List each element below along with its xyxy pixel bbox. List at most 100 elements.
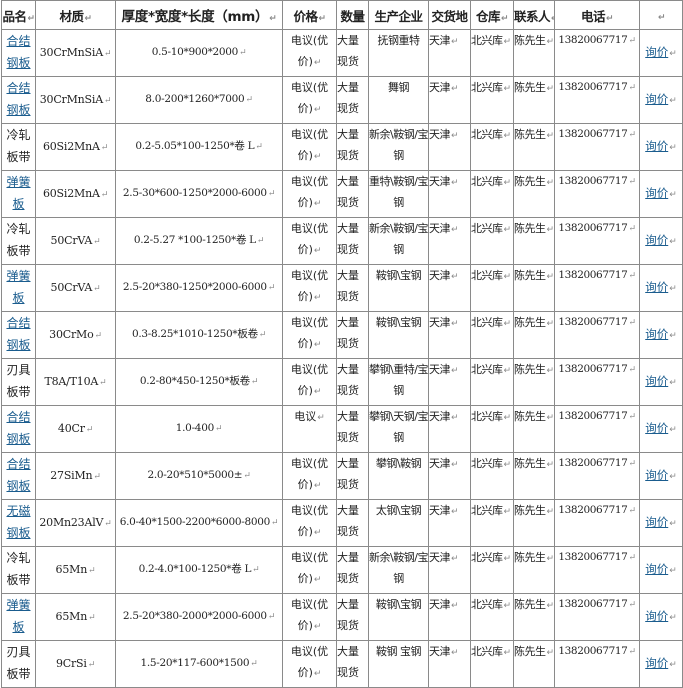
delivery-place-cell-text: 天津 — [429, 363, 451, 376]
cell-mark: ↵ — [669, 518, 677, 529]
product-name-cell: 弹簧板 — [1, 593, 36, 641]
warehouse-cell-text: 北兴库 — [471, 222, 503, 235]
product-name-cell-link[interactable]: 合结钢板 — [6, 316, 30, 352]
contact-cell: 陈先生↵ — [513, 76, 555, 124]
cell-mark: ↵ — [103, 48, 112, 59]
material-cell-text: 60Si2MnA — [42, 186, 100, 200]
cell-mark: ↵ — [313, 622, 322, 632]
header-name: 品名↵ — [1, 0, 36, 30]
inquiry-cell-link[interactable]: 询价 — [645, 327, 668, 341]
contact-cell: 陈先生↵ — [513, 358, 555, 406]
warehouse-cell-text: 北兴库 — [471, 598, 503, 611]
cell-mark: ↵ — [255, 142, 263, 152]
price-cell-text: 电议(优价) — [290, 34, 329, 68]
warehouse-cell-text: 北兴库 — [471, 504, 503, 517]
delivery-place-cell: 天津↵ — [428, 499, 471, 547]
delivery-place-cell: 天津↵ — [428, 76, 471, 124]
product-name-cell-link[interactable]: 合结钢板 — [6, 457, 30, 493]
delivery-place-cell: 天津↵ — [428, 170, 471, 218]
warehouse-cell: 北兴库↵ — [470, 405, 514, 453]
quantity-cell: 大量现货 — [336, 170, 369, 218]
cell-mark: ↵ — [313, 528, 322, 538]
product-name-cell-link[interactable]: 弹簧板 — [6, 269, 30, 305]
header-contact-label: 联系人 — [514, 8, 551, 24]
product-name-cell-link[interactable]: 弹簧板 — [6, 175, 30, 211]
price-cell: 电议(优价)↵ — [282, 170, 337, 218]
phone-cell-text: 13820067717 — [558, 175, 628, 187]
cell-mark: ↵ — [451, 272, 459, 282]
inquiry-cell-link[interactable]: 询价 — [645, 609, 668, 623]
product-name-cell-link[interactable]: 合结钢板 — [6, 81, 30, 117]
delivery-place-cell-text: 天津 — [429, 316, 451, 329]
table-row: 弹簧板 60Si2MnA↵ 2.5-30*600-1250*2000-6000↵ 电议… — [1, 170, 683, 218]
phone-cell-text: 13820067717 — [558, 81, 628, 93]
warehouse-cell: 北兴库↵ — [470, 452, 514, 500]
inquiry-cell-link[interactable]: 询价 — [645, 186, 668, 200]
inquiry-cell-link[interactable]: 询价 — [645, 92, 668, 106]
inquiry-cell-link[interactable]: 询价 — [645, 421, 668, 435]
cell-mark: ↵ — [628, 553, 636, 563]
cell-mark: ↵ — [451, 460, 459, 470]
inquiry-cell-link[interactable]: 询价 — [645, 280, 668, 294]
product-name-cell-link[interactable]: 合结钢板 — [6, 410, 30, 446]
header-size: 厚度*宽度*长度（mm）↵ — [115, 0, 283, 30]
phone-cell-text: 13820067717 — [558, 316, 628, 328]
cell-mark: ↵ — [252, 565, 260, 575]
size-cell-text: 2.0-20*510*5000± — [147, 469, 243, 481]
cell-mark: ↵ — [628, 365, 636, 375]
inquiry-cell-link[interactable]: 询价 — [645, 374, 668, 388]
contact-cell: 陈先生↵ — [513, 640, 555, 688]
size-cell: 1.5-20*117-600*1500↵ — [115, 640, 283, 688]
quantity-cell-text: 大量现货 — [337, 457, 360, 491]
contact-cell: 陈先生↵ — [513, 264, 555, 312]
inquiry-cell-link[interactable]: 询价 — [645, 233, 668, 247]
cell-mark: ↵ — [451, 413, 459, 423]
delivery-place-cell-text: 天津 — [429, 457, 451, 470]
product-name-cell: 弹簧板 — [1, 170, 36, 218]
cell-mark: ↵ — [503, 84, 512, 94]
cell-mark: ↵ — [451, 37, 459, 47]
quantity-cell-text: 大量现货 — [337, 598, 360, 632]
inquiry-cell-link[interactable]: 询价 — [645, 45, 668, 59]
cell-mark: ↵ — [628, 224, 636, 234]
inquiry-cell-link[interactable]: 询价 — [645, 515, 668, 529]
material-cell-text: 20Mn23AlV — [39, 515, 104, 529]
phone-cell: 13820067717↵ — [554, 546, 640, 594]
warehouse-cell: 北兴库↵ — [470, 76, 514, 124]
product-name-cell-link[interactable]: 合结钢板 — [6, 34, 30, 70]
quantity-cell: 大量现货 — [336, 405, 369, 453]
size-cell: 0.2-5.05*100-1250*卷 L↵ — [115, 123, 283, 171]
cell-mark: ↵ — [503, 319, 512, 329]
product-name-cell-link[interactable]: 弹簧板 — [6, 598, 30, 634]
quantity-cell: 大量现货 — [336, 29, 369, 77]
material-cell: 30CrMnSiA↵ — [35, 76, 116, 124]
size-cell: 8.0-200*1260*7000↵ — [115, 76, 283, 124]
product-name-cell: 合结钢板 — [1, 405, 36, 453]
maker-cell: 太钢\宝钢 — [368, 499, 429, 547]
cell-mark: ↵ — [451, 225, 459, 235]
quantity-cell-text: 大量现货 — [337, 222, 360, 256]
delivery-place-cell: 天津↵ — [428, 546, 471, 594]
product-name-cell-link[interactable]: 无磁钢板 — [6, 504, 30, 540]
material-cell-text: T8A/T10A — [44, 374, 99, 388]
material-cell-text: 30CrMnSiA — [39, 45, 103, 59]
material-cell: 9CrSi↵ — [35, 640, 116, 688]
price-cell-text: 电议(优价) — [290, 363, 329, 397]
inquiry-cell: 询价↵ — [639, 76, 683, 124]
product-name-cell: 弹簧板 — [1, 264, 36, 312]
header-row: 品名↵ 材质↵ 厚度*宽度*长度（mm）↵ 价格↵ 数量 生产企业 交货地 仓库… — [1, 0, 683, 30]
inquiry-cell-link[interactable]: 询价 — [645, 139, 668, 153]
inquiry-cell-link[interactable]: 询价 — [645, 562, 668, 576]
inquiry-cell-link[interactable]: 询价 — [645, 656, 668, 670]
size-cell-text: 1.0-400 — [175, 422, 215, 434]
table-row: 合结钢板 30CrMo↵ 0.3-8.25*1010-1250*板卷↵ 电议(优价)↵… — [1, 311, 683, 359]
cell-mark: ↵ — [451, 178, 459, 188]
size-cell-text: 2.5-20*380-2000*2000-6000 — [122, 610, 267, 622]
cell-mark: ↵ — [256, 236, 265, 246]
cell-mark: ↵ — [313, 246, 322, 256]
phone-cell: 13820067717↵ — [554, 123, 640, 171]
cell-mark: ↵ — [628, 271, 636, 281]
cell-mark: ↵ — [93, 283, 101, 294]
contact-cell-text: 陈先生 — [514, 175, 546, 188]
inquiry-cell-link[interactable]: 询价 — [645, 468, 668, 482]
